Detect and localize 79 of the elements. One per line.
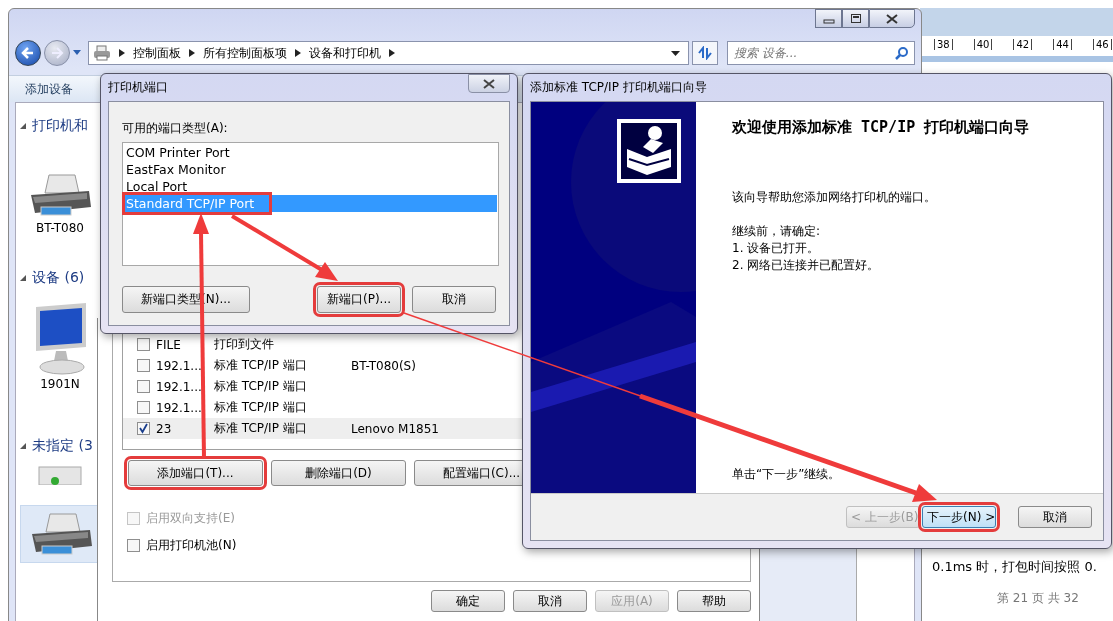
breadcrumb-item[interactable]: 控制面板 [133,44,181,62]
dialog-button[interactable]: 取消 [412,286,496,313]
port-description: 打印到文件 [214,336,275,353]
wizard-text: 继续前，请确定: [732,223,822,240]
dialog-button[interactable]: 帮助 [677,590,751,612]
wizard-heading: 欢迎使用添加标准 TCP/IP 打印机端口向导 [732,118,1031,137]
port-type-item[interactable]: EastFax Monitor [126,162,240,177]
port-type-item[interactable]: COM Printer Port [126,145,244,160]
dialog-title: 打印机端口 [108,79,168,96]
back-button[interactable] [15,40,41,66]
printer-icon [617,119,681,183]
maximize-button[interactable] [842,9,869,28]
checkbox[interactable] [137,422,150,435]
group-header[interactable]: 未指定 (3 [32,437,93,455]
device-item[interactable]: BT-T080 [20,167,100,239]
dropdown-arrow-icon[interactable] [671,50,680,56]
ruler-number: 38 [934,39,953,50]
page-footer: 第 21 页 共 32 [997,590,1079,607]
device-box-icon [35,465,85,485]
dialog-button[interactable]: 取消 [513,590,587,612]
port-description: 标准 TCP/IP 端口 [214,378,308,395]
checkbox[interactable] [137,380,150,393]
device-item[interactable]: 1901N [20,299,100,395]
checklist-item: 2. 网络已连接并已配置好。 [732,257,881,274]
wizard-text: 该向导帮助您添加网络打印机的端口。 [732,189,937,206]
port-name: 192.1... [156,400,203,415]
search-icon [895,46,909,60]
port-name: 192.1... [156,379,203,394]
printer-icon [93,45,111,61]
close-icon [885,13,899,24]
ruler-number: 44 [1053,39,1072,50]
refresh-button[interactable] [692,41,718,65]
group-header[interactable]: 打印机和 [32,117,88,135]
ruler-number: 40 [973,39,993,50]
port-printer: Lenovo M1851 [351,421,439,436]
device-name: BT-T080 [36,221,84,235]
back-arrow-icon [21,46,35,60]
port-description: 标准 TCP/IP 端口 [214,399,308,416]
maximize-icon [849,13,862,24]
document-text: 0.1ms 时，打包时间按照 0. [932,558,1097,576]
close-icon [482,78,496,89]
toolbar-button[interactable]: 添加设备 [17,78,81,100]
chevron-icon [389,49,395,57]
search-field[interactable]: 搜索 设备... [727,41,915,65]
forward-arrow-icon [50,46,64,60]
port-name: FILE [156,337,182,352]
port-name: 192.1... [156,358,203,373]
port-action-button[interactable]: 删除端口(D) [271,460,406,486]
chevron-icon [189,49,195,57]
collapse-arrow-icon[interactable] [20,443,26,449]
port-description: 标准 TCP/IP 端口 [214,357,308,374]
breadcrumb-item[interactable]: 设备和打印机 [309,44,381,62]
collapse-arrow-icon[interactable] [20,275,26,281]
minimize-button[interactable] [815,9,842,28]
list-label: 可用的端口类型(A): [122,120,229,137]
checkbox[interactable] [137,338,150,351]
collapse-arrow-icon[interactable] [20,123,26,129]
close-button[interactable] [869,9,915,28]
chevron-icon [295,49,301,57]
port-name: 23 [156,421,173,436]
ruler-number: 46 [1092,39,1112,50]
close-button[interactable] [468,74,510,93]
chevron-icon [119,49,125,57]
checkbox[interactable] [137,401,150,414]
port-description: 标准 TCP/IP 端口 [214,420,308,437]
checklist-item: 1. 设备已打开。 [732,240,821,257]
device-name: 1901N [40,377,80,391]
refresh-icon [697,46,713,60]
checkbox[interactable] [137,359,150,372]
port-printer: BT-T080(S) [351,358,416,373]
group-header[interactable]: 设备 (6) [32,269,85,287]
address-bar[interactable]: 控制面板 所有控制面板项 设备和打印机 [88,41,689,65]
dialog-title: 添加标准 TCP/IP 打印机端口向导 [530,79,707,96]
wizard-button[interactable]: 取消 [1018,506,1092,528]
dialog-button[interactable]: 确定 [431,590,505,612]
ruler-number: 42 [1013,39,1033,50]
breadcrumb-item[interactable]: 所有控制面板项 [203,44,287,62]
port-type-item[interactable]: Local Port [126,179,202,194]
wizard-hint: 单击“下一步”继续。 [732,466,842,483]
